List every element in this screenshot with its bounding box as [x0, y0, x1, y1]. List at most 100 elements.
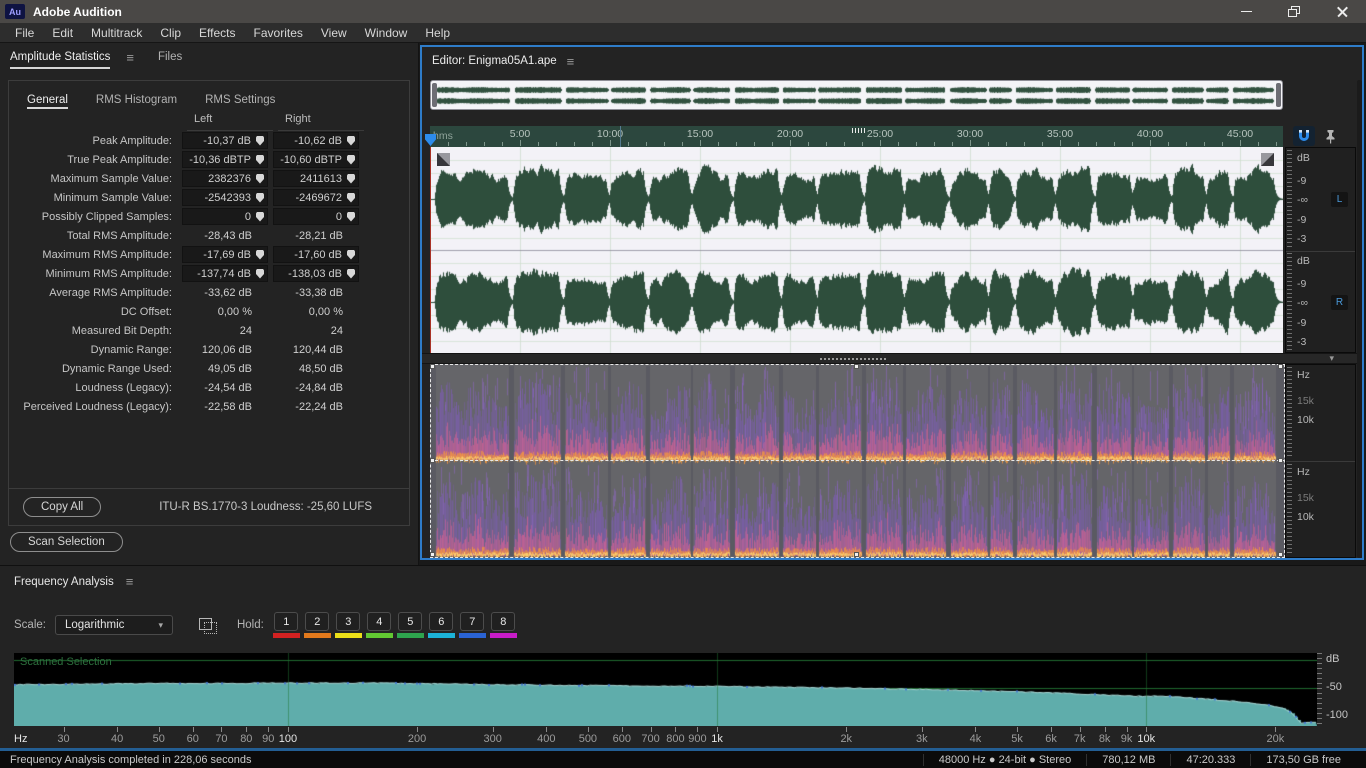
selection-handle[interactable] — [430, 364, 435, 369]
menu-multitrack[interactable]: Multitrack — [82, 23, 151, 42]
marker-tick[interactable] — [858, 128, 860, 133]
selection-handle[interactable] — [1278, 364, 1283, 369]
hold-button-5[interactable]: 5 — [398, 612, 423, 631]
copy-graph-icon[interactable] — [198, 618, 217, 634]
stat-value-cell[interactable]: -10,60 dBTP — [273, 151, 359, 168]
snap-magnet-icon[interactable] — [1293, 126, 1315, 146]
frequency-panel-menu-icon[interactable]: ≡ — [126, 575, 134, 588]
stat-value-cell[interactable]: -10,36 dBTP — [182, 151, 268, 168]
hz-ruler-section[interactable]: Hz 15k 10k — [1286, 365, 1355, 460]
menu-favorites[interactable]: Favorites — [245, 23, 312, 42]
stat-value-cell[interactable]: -10,62 dB — [273, 132, 359, 149]
editor-tab[interactable]: Editor: Enigma05A1.ape — [432, 55, 557, 67]
fade-in-handle[interactable] — [437, 153, 450, 166]
marker-pin-icon[interactable] — [256, 173, 264, 184]
menu-view[interactable]: View — [312, 23, 356, 42]
waveform-spectral-divider[interactable]: ▾ — [422, 353, 1362, 364]
stat-value-cell[interactable]: 2411613 — [273, 170, 359, 187]
frequency-graph-canvas[interactable] — [14, 653, 1317, 726]
editor-panel-menu-icon[interactable]: ≡ — [567, 55, 575, 68]
tab-amplitude-statistics[interactable]: Amplitude Statistics — [10, 43, 111, 71]
menu-effects[interactable]: Effects — [190, 23, 244, 42]
waveform-display[interactable] — [430, 147, 1283, 353]
hold-button-2[interactable]: 2 — [305, 612, 330, 631]
stat-value-cell[interactable]: -17,60 dB — [273, 246, 359, 263]
amp-ruler-section[interactable]: dB -9 -∞ -9 -3 R — [1286, 251, 1355, 354]
tab-files[interactable]: Files — [158, 43, 182, 71]
hold-button-3[interactable]: 3 — [336, 612, 361, 631]
marker-pin-icon[interactable] — [347, 154, 355, 165]
overview-right-handle[interactable] — [1276, 83, 1281, 107]
channel-badge-r[interactable]: R — [1331, 295, 1348, 310]
stat-value-cell[interactable]: -137,74 dB — [182, 265, 268, 282]
marker-pin-icon[interactable] — [256, 268, 264, 279]
marker-tick[interactable] — [855, 128, 857, 133]
selection-handle[interactable] — [1278, 552, 1283, 557]
stat-value-cell[interactable]: 2382376 — [182, 170, 268, 187]
scale-dropdown[interactable]: Logarithmic ▾ — [54, 615, 173, 635]
spectral-canvas[interactable] — [431, 365, 1284, 557]
menu-edit[interactable]: Edit — [43, 23, 82, 42]
spectral-display[interactable] — [430, 364, 1285, 558]
stat-value-cell[interactable]: -2469672 — [273, 189, 359, 206]
hold-button-1[interactable]: 1 — [274, 612, 299, 631]
frequency-graph[interactable]: Scanned Selection — [14, 653, 1317, 726]
close-button[interactable] — [1318, 0, 1366, 23]
overview-navigator[interactable] — [430, 80, 1283, 110]
menu-window[interactable]: Window — [356, 23, 417, 42]
panel-menu-icon[interactable]: ≡ — [126, 51, 134, 64]
marker-pin-icon[interactable] — [347, 173, 355, 184]
marker-pin-icon[interactable] — [347, 211, 355, 222]
marker-pin-icon[interactable] — [347, 192, 355, 203]
collapse-arrow-icon[interactable]: ▾ — [1329, 353, 1334, 364]
marker-pin-icon[interactable] — [347, 268, 355, 279]
hz-ruler-section[interactable]: Hz 15k 10k — [1286, 462, 1355, 557]
selection-handle[interactable] — [854, 552, 859, 557]
amplitude-ruler[interactable]: dB -9 -∞ -9 -3 LdB -9 -∞ -9 -3 R — [1285, 147, 1356, 353]
stat-value-cell[interactable]: 0 — [273, 208, 359, 225]
selection-handle[interactable] — [1278, 458, 1283, 463]
marker-tick[interactable] — [852, 128, 854, 133]
marker-pin-icon[interactable] — [347, 135, 355, 146]
stat-value-cell[interactable]: -138,03 dB — [273, 265, 359, 282]
hold-button-6[interactable]: 6 — [429, 612, 454, 631]
divider-grip[interactable] — [820, 358, 888, 360]
marker-pin-icon[interactable] — [256, 249, 264, 260]
ruler-marker-line[interactable] — [619, 126, 621, 147]
hold-button-7[interactable]: 7 — [460, 612, 485, 631]
stat-value-cell[interactable]: -10,37 dB — [182, 132, 268, 149]
menu-clip[interactable]: Clip — [151, 23, 190, 42]
amp-ruler-section[interactable]: dB -9 -∞ -9 -3 L — [1286, 148, 1355, 251]
marker-pin-icon[interactable] — [256, 154, 264, 165]
marker-pin-icon[interactable] — [256, 192, 264, 203]
restore-button[interactable] — [1270, 0, 1318, 23]
channel-badge-l[interactable]: L — [1331, 192, 1348, 207]
overview-left-handle[interactable] — [432, 83, 437, 107]
stat-value-cell[interactable]: -2542393 — [182, 189, 268, 206]
marker-pin-icon[interactable] — [256, 135, 264, 146]
minimize-button[interactable] — [1222, 0, 1270, 23]
subtab-rms-settings[interactable]: RMS Settings — [205, 88, 275, 111]
subtab-rms-histogram[interactable]: RMS Histogram — [96, 88, 177, 111]
stat-value-cell[interactable]: 0 — [182, 208, 268, 225]
marker-pin-icon[interactable] — [347, 249, 355, 260]
selection-handle[interactable] — [854, 364, 859, 369]
overview-waveform[interactable] — [432, 82, 1281, 108]
selection-handle[interactable] — [430, 458, 435, 463]
copy-all-button[interactable]: Copy All — [23, 497, 102, 517]
selection-handle[interactable] — [430, 552, 435, 557]
menu-help[interactable]: Help — [416, 23, 459, 42]
timeline-ruler[interactable]: hms 5:00 10:00 15:00 20:00 25:00 30:00 35:00 40:… — [425, 126, 1283, 147]
waveform-canvas[interactable] — [430, 147, 1283, 353]
marker-tick[interactable] — [864, 128, 866, 133]
pin-icon[interactable] — [1319, 126, 1341, 146]
frequency-ruler[interactable]: Hz 15k 10k Hz 15k 10k — [1285, 364, 1356, 558]
playhead-head[interactable] — [425, 134, 436, 146]
fade-out-handle[interactable] — [1261, 153, 1274, 166]
marker-tick[interactable] — [861, 128, 863, 133]
menu-file[interactable]: File — [6, 23, 43, 42]
hold-button-8[interactable]: 8 — [491, 612, 516, 631]
scan-selection-button[interactable]: Scan Selection — [10, 532, 123, 552]
hold-button-4[interactable]: 4 — [367, 612, 392, 631]
stat-value-cell[interactable]: -17,69 dB — [182, 246, 268, 263]
